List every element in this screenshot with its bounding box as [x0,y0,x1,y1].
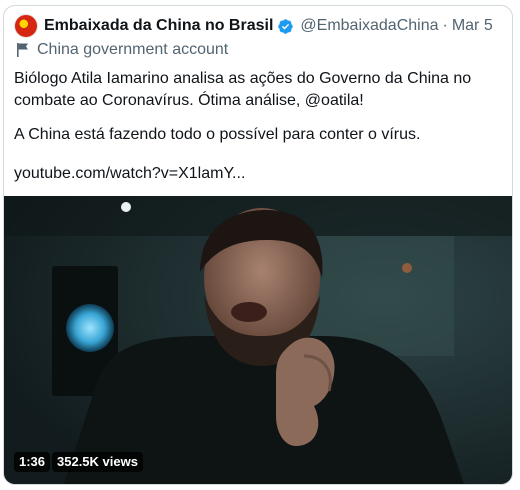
china-flag-avatar-icon[interactable] [14,14,38,38]
government-account-label[interactable]: China government account [16,41,228,59]
tweet-date[interactable]: Mar 5 [452,17,493,35]
tweet-text-line-3: A China está fazendo todo o possível par… [14,126,421,143]
video-thumbnail [4,196,512,484]
verified-badge-icon [278,18,294,34]
tweet-link[interactable]: youtube.com/watch?v=X1lamY... [14,163,245,185]
tweet-text-line-2: combate ao Coronavírus. Ótima análise, @… [14,92,364,109]
video-views-badge: 352.5K views [52,452,143,472]
flag-icon [17,43,28,57]
author-name[interactable]: Embaixada da China no Brasil [44,17,273,35]
tweet-text-line-1: Biólogo Atila Iamarino analisa as ações … [14,70,472,87]
separator-dot: · [442,17,448,34]
tweet-card[interactable]: Embaixada da China no Brasil @EmbaixadaC… [3,5,513,485]
video-player[interactable]: 1:36 352.5K views [4,196,512,484]
author-handle[interactable]: @EmbaixadaChina [300,17,438,35]
tweet-header: Embaixada da China no Brasil @EmbaixadaC… [14,14,493,38]
video-duration-badge: 1:36 [14,452,51,472]
account-label-text: China government account [37,41,229,58]
